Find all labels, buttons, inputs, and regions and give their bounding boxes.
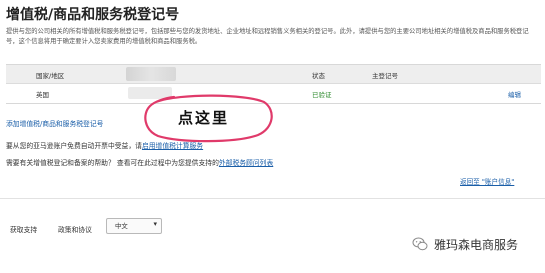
chevron-down-icon: ▾ [153,220,157,228]
wechat-icon [412,237,428,251]
language-value: 中文 [115,222,128,230]
page-description: 提供与您的公司相关的所有增值税和服务税登记号，包括那些与您的发货地址、企业地址和… [6,28,529,45]
footer-divider [0,198,545,199]
annotation-text: 点这里 [178,109,230,127]
watermark-text: 雅玛森电商服务 [434,238,519,252]
redacted-header [126,67,176,81]
return-account-info-link[interactable]: 返回至 "账户信息" [460,176,514,186]
get-support-link[interactable]: 获取支持 [10,224,37,234]
vat-calc-service-prompt: 要从您的亚马逊账户免费自动开票中受益，请启用增值税计算服务 [6,140,203,150]
table-header: 国家/地区 状态 主登记号 [6,65,541,84]
row-country: 英国 [36,91,49,99]
tax-advisor-list-link[interactable]: 外部税务顾问列表 [219,159,273,167]
row-edit-link[interactable]: 编辑 [508,89,521,99]
row-status: 已验证 [312,91,332,99]
header-reg-number: 主登记号 [372,72,398,80]
tax-advisor-prompt: 需要有关增值税登记和备案的帮助？ 查看可在此过程中为您提供支持的外部税务顾问列表 [6,157,273,167]
language-select[interactable]: 中文 ▾ [106,218,162,234]
policy-link[interactable]: 政策和协议 [58,224,92,234]
enable-vat-calc-link[interactable]: 启用增值税计算服务 [142,142,203,150]
add-vat-registration-link[interactable]: 添加增值税/商品和服务税登记号 [6,118,103,128]
header-country: 国家/地区 [36,72,65,80]
tax-advisor-prefix: 需要有关增值税登记和备案的帮助？ 查看可在此过程中为您提供支持的 [6,159,219,167]
page-title: 增值税/商品和服务税登记号 [6,7,180,23]
vat-calc-prefix: 要从您的亚马逊账户免费自动开票中受益，请 [6,142,142,150]
header-status: 状态 [312,72,325,80]
